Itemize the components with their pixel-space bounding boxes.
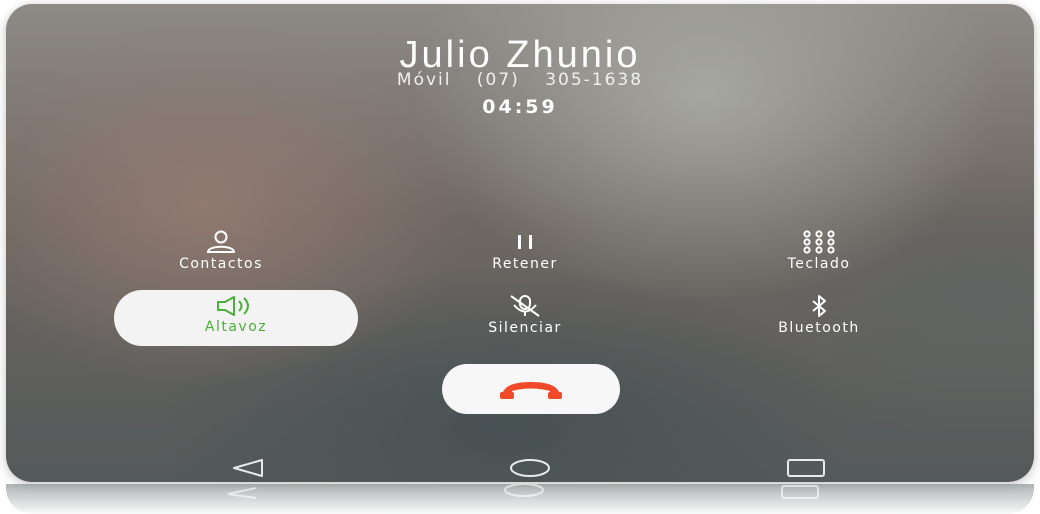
recents-square-icon[interactable]	[782, 456, 830, 480]
hold-label: Retener	[492, 256, 558, 272]
call-duration: 04:59	[482, 96, 558, 118]
caller-number-line: Móvil (07) 305-1638	[6, 70, 1034, 90]
keypad-button[interactable]: Teclado	[719, 230, 919, 272]
reflected-recents-icon	[781, 485, 819, 499]
speaker-label: Altavoz	[204, 319, 268, 335]
mute-label: Silenciar	[488, 320, 562, 336]
keypad-label: Teclado	[787, 256, 851, 272]
person-icon	[206, 230, 236, 253]
back-triangle-icon[interactable]	[228, 456, 268, 480]
call-screen: Julio Zhunio Móvil (07) 305-1638 04:59 C…	[6, 4, 1034, 482]
bluetooth-button[interactable]: Bluetooth	[719, 294, 919, 336]
mic-off-icon	[510, 295, 540, 317]
pause-icon	[518, 235, 532, 249]
home-circle-icon[interactable]	[506, 456, 554, 480]
contacts-button[interactable]: Contactos	[121, 230, 321, 272]
mute-button[interactable]: Silenciar	[425, 294, 625, 336]
phone-number: (07) 305-1638	[476, 70, 644, 90]
reflected-back-icon	[227, 487, 257, 499]
bluetooth-icon	[812, 295, 826, 317]
reflected-home-icon	[504, 484, 544, 497]
speaker-content: Altavoz	[136, 295, 336, 335]
contacts-label: Contactos	[179, 256, 263, 272]
speaker-icon	[217, 296, 249, 316]
speaker-button[interactable]: Altavoz	[114, 290, 358, 346]
bluetooth-label: Bluetooth	[778, 320, 860, 336]
number-type: Móvil	[396, 70, 452, 90]
dialpad-icon	[803, 230, 835, 254]
end-call-button[interactable]	[442, 364, 620, 414]
hang-up-icon	[500, 382, 562, 399]
hold-button[interactable]: Retener	[425, 230, 625, 272]
